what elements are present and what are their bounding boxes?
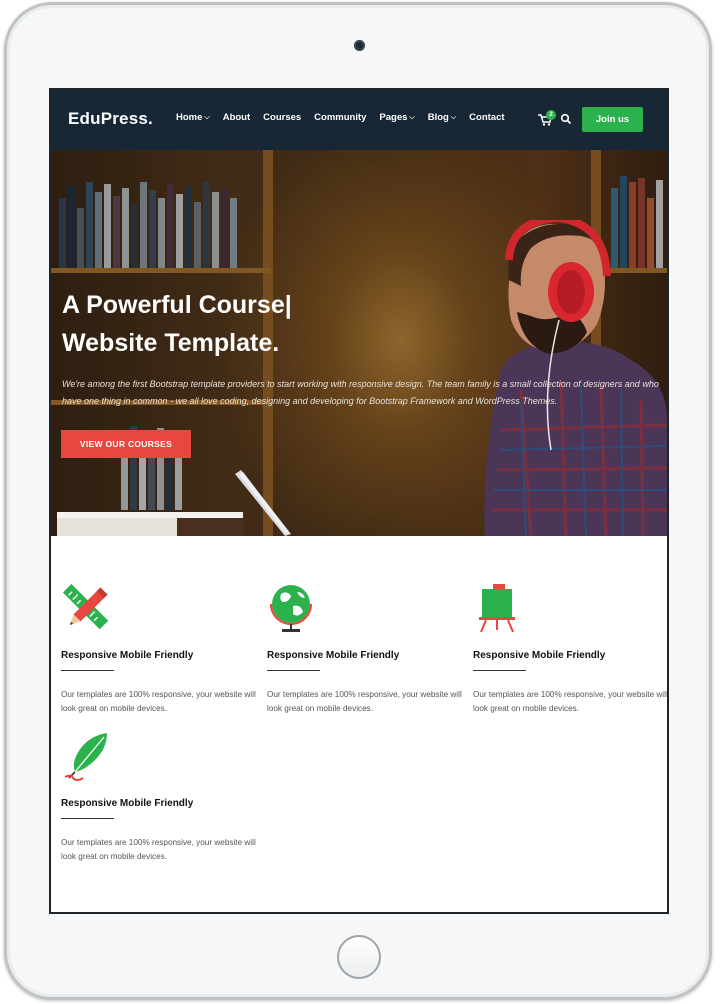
- nav-label-home: Home: [176, 112, 203, 123]
- nav-label-blog: Blog: [427, 112, 449, 123]
- main-nav: Home ⌵ About Courses Community Pages ⌵ Blo…: [176, 112, 518, 123]
- nav-item-courses[interactable]: Courses: [263, 112, 301, 123]
- nav-label-contact: Contact: [469, 112, 505, 123]
- nav-label-about: About: [222, 112, 251, 123]
- feature-card: Responsive Mobile Friendly Our templates…: [473, 582, 667, 713]
- nav-label-community: Community: [314, 112, 367, 123]
- laptop-image: [235, 470, 291, 536]
- book-stack-image: [57, 512, 243, 536]
- feature-title: Responsive Mobile Friendly: [267, 650, 400, 661]
- nav-item-community[interactable]: Community: [314, 112, 366, 123]
- feature-description: Our templates are 100% responsive, your …: [267, 690, 462, 713]
- globe-icon: [269, 585, 313, 632]
- cart-count-badge: 2: [546, 110, 556, 120]
- feature-card: Responsive Mobile Friendly Our templates…: [61, 730, 261, 861]
- hero-subtitle: We're among the first Bootstrap template…: [62, 379, 659, 406]
- chevron-down-icon: ⌵: [204, 113, 210, 121]
- site-logo[interactable]: EduPress.: [68, 109, 153, 129]
- chevron-down-icon: ⌵: [409, 113, 415, 121]
- title-divider: [267, 670, 320, 671]
- hero-title: A Powerful Course| Website Template.: [62, 286, 402, 362]
- title-divider: [61, 670, 114, 671]
- nav-item-pages[interactable]: Pages ⌵: [379, 112, 414, 123]
- title-divider: [473, 670, 526, 671]
- hero-banner: A Powerful Course| Website Template. We'…: [51, 150, 667, 536]
- feature-description: Our templates are 100% responsive, your …: [61, 838, 256, 861]
- site-header: EduPress. Home ⌵ About Courses Community …: [51, 90, 667, 150]
- nav-item-blog[interactable]: Blog ⌵: [428, 112, 456, 123]
- nav-label-pages: Pages: [379, 112, 408, 123]
- feature-title: Responsive Mobile Friendly: [61, 798, 194, 809]
- feature-description: Our templates are 100% responsive, your …: [473, 690, 668, 713]
- camera-icon: [354, 40, 365, 51]
- view-courses-button[interactable]: VIEW OUR COURSES: [61, 430, 191, 458]
- nav-item-contact[interactable]: Contact: [469, 112, 504, 123]
- hero-title-line1: A Powerful Course|: [62, 291, 292, 319]
- easel-board-icon: [479, 584, 515, 633]
- chevron-down-icon: ⌵: [450, 113, 457, 121]
- feature-description: Our templates are 100% responsive, your …: [61, 690, 256, 713]
- home-button[interactable]: [337, 935, 381, 979]
- feature-title: Responsive Mobile Friendly: [61, 650, 194, 661]
- nav-label-courses: Courses: [263, 112, 302, 123]
- feature-card: Responsive Mobile Friendly Our templates…: [61, 582, 261, 713]
- tablet-screen: EduPress. Home ⌵ About Courses Community …: [49, 88, 669, 914]
- title-divider: [61, 818, 114, 819]
- feather-quill-icon: [64, 733, 107, 781]
- nav-item-home[interactable]: Home ⌵: [176, 112, 210, 123]
- feature-title: Responsive Mobile Friendly: [473, 650, 606, 661]
- pencil-ruler-icon: [62, 583, 109, 630]
- feature-card: Responsive Mobile Friendly Our templates…: [267, 582, 467, 713]
- nav-item-about[interactable]: About: [223, 112, 250, 123]
- search-icon[interactable]: [560, 113, 572, 125]
- hero-title-line2: Website Template.: [62, 329, 280, 357]
- join-us-button[interactable]: Join us: [582, 107, 643, 132]
